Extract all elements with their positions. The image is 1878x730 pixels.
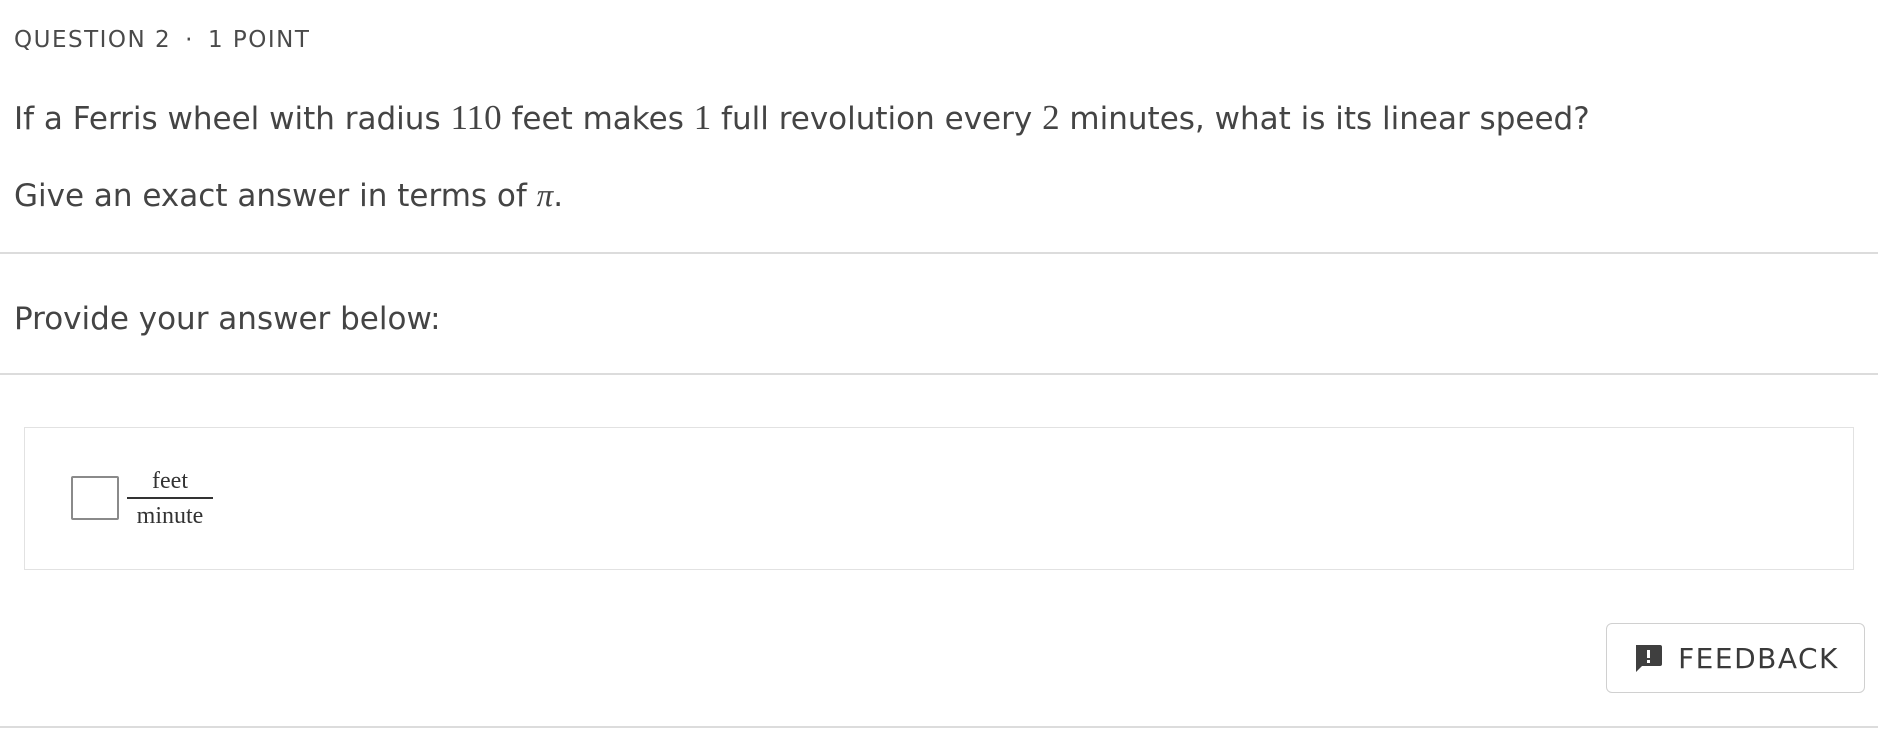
feedback-button[interactable]: FEEDBACK (1606, 623, 1865, 693)
instruction-end: . (553, 178, 564, 214)
header-separator: · (185, 27, 194, 53)
minutes-value: 2 (1042, 98, 1060, 137)
provide-answer-label: Provide your answer below: (14, 301, 441, 337)
revolutions-value: 1 (693, 98, 712, 137)
feedback-label: FEEDBACK (1678, 641, 1839, 675)
divider-footer (0, 726, 1878, 728)
divider-top (0, 252, 1878, 254)
prompt-text-1: If a Ferris wheel with radius (14, 101, 451, 137)
feedback-icon (1632, 642, 1664, 674)
prompt-text-4: minutes, what is its linear speed? (1059, 101, 1590, 137)
answer-input[interactable] (71, 476, 119, 520)
unit-denominator: minute (136, 503, 204, 529)
instruction-text: Give an exact answer in terms of (14, 178, 537, 214)
pi-symbol: π (536, 178, 554, 214)
prompt-text-3: full revolution every (711, 101, 1043, 137)
question-points: 1 POINT (207, 27, 311, 53)
question-instruction: Give an exact answer in terms of π. (14, 178, 563, 215)
answer-box: feet minute (24, 427, 1854, 570)
question-label: QUESTION 2 (14, 27, 172, 53)
unit-numerator: feet (127, 468, 213, 499)
unit-fraction: feet minute (127, 468, 213, 530)
prompt-text-2: feet makes (501, 101, 694, 137)
question-prompt: If a Ferris wheel with radius 110 feet m… (14, 98, 1590, 138)
question-header: QUESTION 2 · 1 POINT (14, 27, 310, 53)
divider-bottom (0, 373, 1878, 375)
radius-value: 110 (450, 98, 502, 137)
